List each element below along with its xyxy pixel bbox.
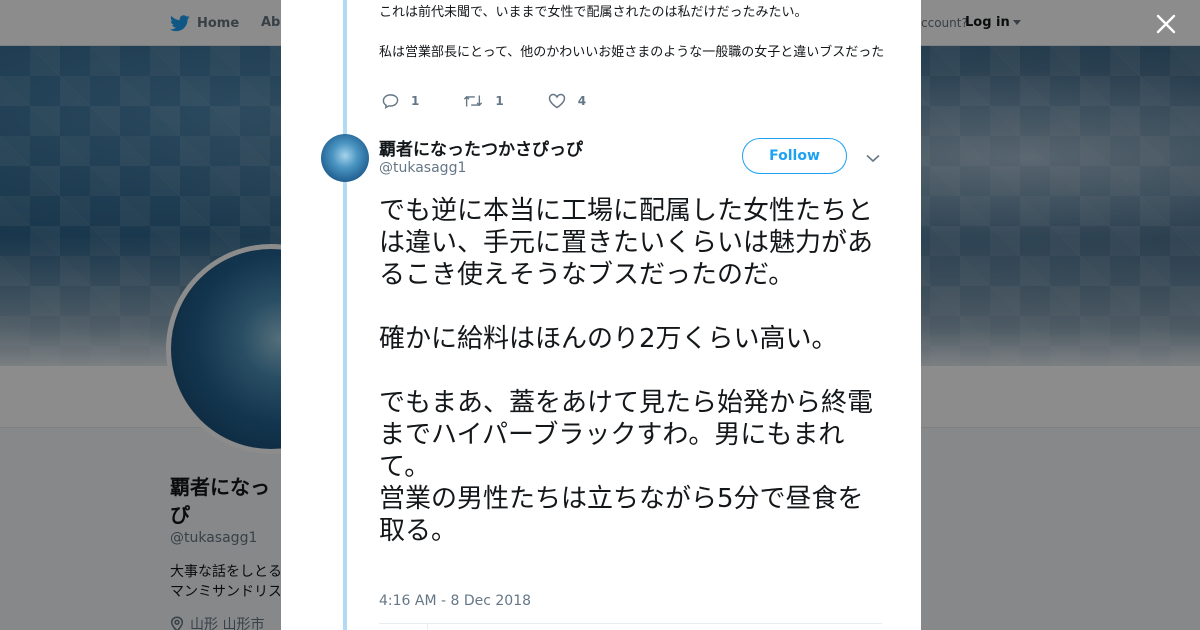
tweet-author-avatar[interactable] [321, 134, 369, 182]
tweet-author-name[interactable]: 覇者になったつかさぴっぴ [379, 135, 583, 160]
retweet-count: 1 [495, 94, 504, 108]
tweet-paragraph: でもまあ、蓋をあけて見たら始発から終電までハイパーブラックすわ。男にもまれて。 … [379, 388, 874, 546]
stats-column-divider [427, 624, 428, 630]
retweet-button[interactable]: 1 [463, 93, 504, 109]
stats-divider [379, 623, 882, 624]
previous-tweet-text: これは前代未聞で、いままで女性で配属されたのは私だけだったみたい。 私は営業部長… [379, 3, 889, 83]
like-count: 4 [577, 94, 587, 108]
tweet-text: でも逆に本当に工場に配属した女性たちとは違い、手元に置きたいくらいは魅力があるこ… [379, 195, 887, 547]
tweet-more-menu-button[interactable] [865, 150, 881, 164]
reply-button[interactable]: 1 [382, 93, 419, 109]
heart-icon [548, 93, 565, 109]
previous-tweet-line: これは前代未聞で、いままで女性で配属されたのは私だけだったみたい。 [379, 5, 808, 20]
previous-tweet-actions: 1 1 4 [382, 93, 630, 109]
retweet-icon [464, 95, 483, 107]
reply-count: 1 [411, 94, 420, 108]
tweet-paragraph: でも逆に本当に工場に配属した女性たちとは違い、手元に置きたいくらいは魅力があるこ… [379, 196, 874, 290]
tweet-paragraph: 確かに給料はほんのり2万くらい高い。 [379, 324, 838, 354]
tweet-timestamp[interactable]: 4:16 AM - 8 Dec 2018 [379, 593, 531, 609]
reply-icon [382, 94, 399, 109]
close-modal-button[interactable] [1154, 12, 1178, 36]
like-button[interactable]: 4 [548, 93, 586, 109]
previous-tweet-line: 私は営業部長にとって、他のかわいいお姫さまのような一般職の女子と違いブスだった [379, 45, 885, 60]
chevron-down-icon [866, 154, 880, 163]
follow-button[interactable]: Follow [742, 138, 847, 174]
tweet-author-handle[interactable]: @tukasagg1 [379, 160, 466, 176]
close-icon [1156, 14, 1176, 34]
thread-connector-line [343, 0, 347, 630]
